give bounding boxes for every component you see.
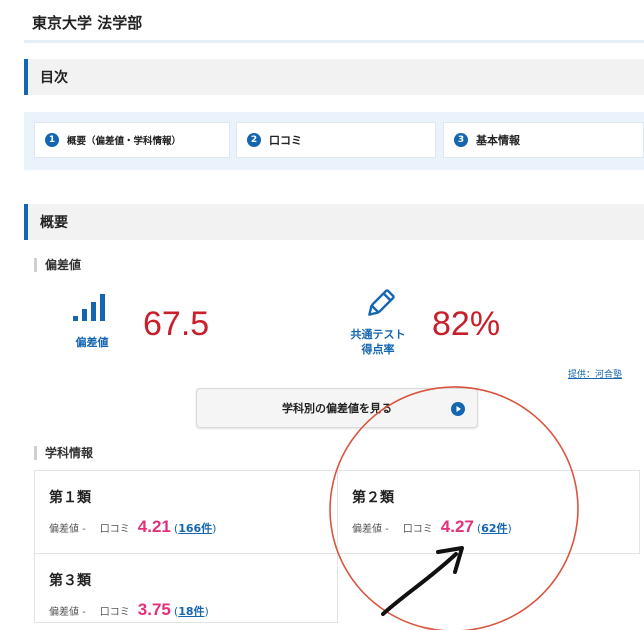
dept-name: 第３類 [49, 573, 91, 589]
review-label: 口コミ [99, 524, 130, 535]
toc-number-badge: 2 [247, 133, 261, 147]
dept-name: 第２類 [352, 490, 394, 506]
paren-close: ) [204, 605, 209, 618]
dept-hensachi: 偏差値 - [49, 607, 86, 618]
review-count-link[interactable]: 166件 [178, 520, 212, 536]
toc-item-summary[interactable]: 1 概要（偏差値・学科情報） [34, 122, 230, 158]
view-dept-hensachi-button[interactable]: 学科別の偏差値を見る [196, 388, 478, 428]
review-count-link[interactable]: 18件 [178, 603, 204, 619]
review-label: 口コミ [402, 524, 433, 535]
dept-hensachi: 偏差値 - [49, 524, 86, 535]
summary-heading: 概要 [24, 204, 644, 240]
toc-item-label: 口コミ [269, 134, 302, 147]
review-rating: 4.27 [440, 517, 474, 536]
bar-chart-icon [73, 294, 105, 321]
annotation-arrow [381, 552, 458, 616]
page-title: 東京大学 法学部 [32, 14, 143, 32]
toc-item-label: 基本情報 [476, 134, 520, 147]
dept-stats: 偏差値 - 口コミ 3.75 ( 18件 ) [49, 600, 337, 620]
hensachi-subheading: 偏差値 [34, 258, 81, 272]
toc-item-label: 概要（偏差値・学科情報） [67, 136, 182, 147]
dept-card[interactable]: 第３類 偏差値 - 口コミ 3.75 ( 18件 ) [34, 553, 338, 623]
toc-heading: 目次 [24, 59, 644, 95]
hensachi-caption: 偏差値 [75, 336, 109, 349]
paren-close: ) [212, 522, 217, 535]
review-rating: 4.21 [137, 517, 171, 536]
test-score-value: 82% [432, 305, 501, 343]
toc-number-badge: 3 [454, 133, 468, 147]
review-count-link[interactable]: 62件 [481, 520, 507, 536]
title-divider [24, 40, 644, 43]
paren-close: ) [507, 522, 512, 535]
test-caption-line1: 共通テスト [350, 328, 406, 341]
play-circle-icon [451, 402, 465, 416]
review-rating: 3.75 [137, 600, 171, 619]
toc-item-basic-info[interactable]: 3 基本情報 [443, 122, 644, 158]
hensachi-value: 67.5 [143, 305, 210, 343]
dept-button-label: 学科別の偏差値を見る [282, 402, 392, 415]
pencil-icon [368, 289, 395, 316]
dept-card[interactable]: 第２類 偏差値 - 口コミ 4.27 ( 62件 ) [337, 470, 640, 554]
test-caption: 共通テスト 得点率 [336, 327, 420, 357]
dept-hensachi: 偏差値 - [352, 524, 389, 535]
dept-stats: 偏差値 - 口コミ 4.21 ( 166件 ) [49, 517, 337, 537]
dept-subheading: 学科情報 [34, 446, 93, 460]
toc-number-badge: 1 [45, 133, 59, 147]
test-caption-line2: 得点率 [361, 343, 395, 356]
provider-link[interactable]: 提供：河合塾 [568, 367, 622, 380]
dept-name: 第１類 [49, 490, 91, 506]
dept-card[interactable]: 第１類 偏差値 - 口コミ 4.21 ( 166件 ) [34, 470, 338, 554]
review-label: 口コミ [99, 607, 130, 618]
toc-box: 1 概要（偏差値・学科情報） 2 口コミ 3 基本情報 [24, 112, 644, 170]
dept-stats: 偏差値 - 口コミ 4.27 ( 62件 ) [352, 517, 639, 537]
toc-item-reviews[interactable]: 2 口コミ [236, 122, 436, 158]
